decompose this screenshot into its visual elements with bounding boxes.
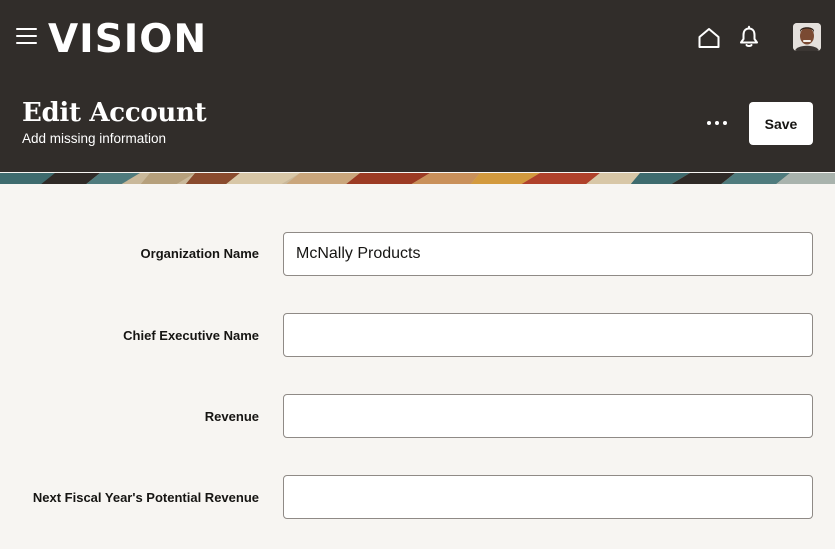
revenue-label: Revenue [204,409,259,424]
save-button[interactable]: Save [749,102,813,145]
page-header: Edit Account Add missing information Sav… [0,80,835,172]
organization-name-label: Organization Name [140,246,259,261]
revenue-input[interactable] [283,394,813,438]
user-avatar[interactable] [793,23,821,51]
page-title: Edit Account [22,98,207,128]
account-form: Organization Name Chief Executive Name R… [0,184,835,549]
next-fiscal-year-potential-revenue-input[interactable] [283,475,813,519]
hamburger-menu-icon[interactable] [16,28,37,45]
chief-executive-name-input[interactable] [283,313,813,357]
next-fiscal-year-potential-revenue-label: Next Fiscal Year's Potential Revenue [32,490,259,505]
more-actions-button[interactable] [700,110,734,136]
more-horizontal-icon [707,121,711,125]
decorative-banner [0,172,835,184]
top-bar: VISION [0,0,835,80]
organization-name-input[interactable] [283,232,813,276]
bell-icon[interactable] [737,25,761,49]
chief-executive-name-label: Chief Executive Name [123,328,259,343]
page-subtitle: Add missing information [22,131,167,146]
app-logo[interactable]: VISION [48,16,207,64]
home-icon[interactable] [697,26,721,50]
